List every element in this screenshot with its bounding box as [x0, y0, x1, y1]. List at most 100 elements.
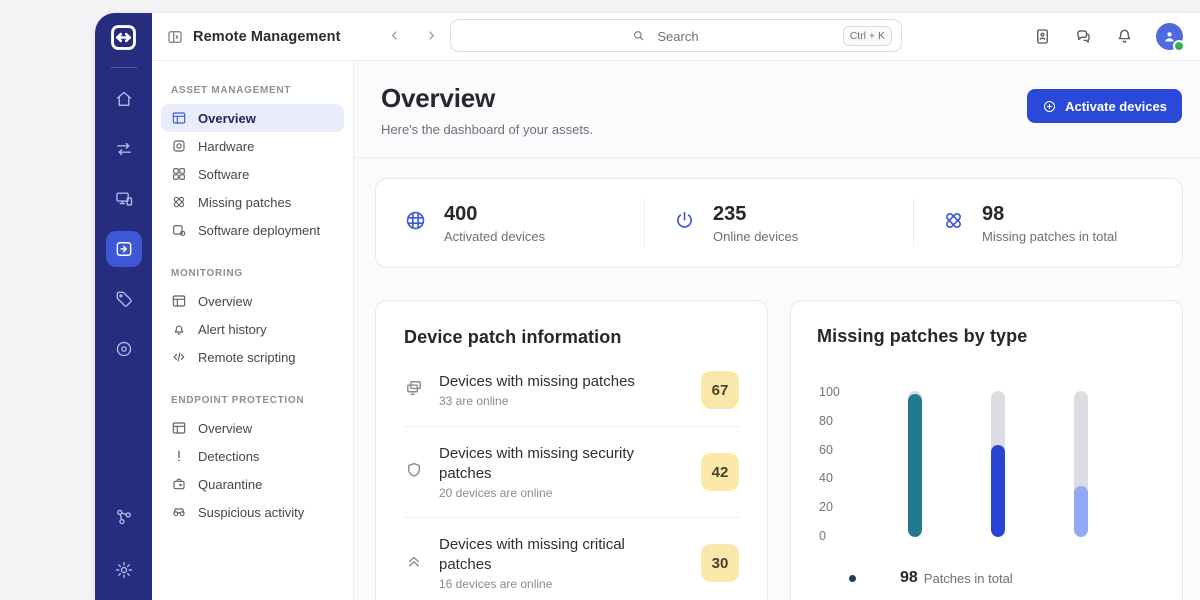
sidebar-item-quarantine[interactable]: Quarantine [161, 470, 344, 498]
rail-item-devices[interactable] [106, 181, 142, 217]
sidebar-item-overview[interactable]: Overview [161, 414, 344, 442]
power-icon [673, 209, 696, 232]
panel-toggle-icon [166, 28, 184, 46]
stat-label: Online devices [713, 229, 798, 244]
sidebar-item-software[interactable]: Software [161, 160, 344, 188]
rail-bottom-nav [106, 499, 142, 588]
page-subtitle: Here's the dashboard of your assets. [381, 122, 593, 137]
rail-nav [106, 81, 142, 367]
device-contacts-button[interactable] [1033, 27, 1052, 46]
rail-divider [111, 67, 137, 68]
rail-item-tag[interactable] [106, 281, 142, 317]
search-icon [631, 28, 646, 43]
sidebar-item-remote-scripting[interactable]: Remote scripting [161, 343, 344, 371]
sidebar-item-label: Overview [198, 421, 252, 436]
chart-bars [855, 391, 1156, 537]
patch-item-label: Devices with missing patches [439, 372, 635, 392]
contacts-icon [1033, 27, 1052, 46]
sidebar-item-missing-patches[interactable]: Missing patches [161, 188, 344, 216]
tag-icon [114, 289, 134, 309]
sidebar-item-hardware[interactable]: Hardware [161, 132, 344, 160]
connections-icon [114, 139, 134, 159]
search-icon [631, 28, 646, 48]
table-icon [171, 110, 187, 126]
patch-item-sublabel: 33 are online [439, 394, 635, 408]
y-axis-tick: 20 [819, 500, 855, 514]
alert-icon [171, 321, 187, 337]
sidebar-item-software-deployment[interactable]: Software deployment [161, 216, 344, 244]
y-axis-tick: 0 [819, 529, 855, 543]
patch-count-badge: 67 [701, 371, 739, 409]
search-bar[interactable]: Ctrl + K [450, 19, 902, 52]
y-axis-tick: 60 [819, 443, 855, 457]
nav-section-title: ASSET MANAGEMENT [171, 85, 353, 96]
patch-list-item[interactable]: Devices with missing patches 33 are onlin… [404, 354, 739, 426]
rail-item-integrations[interactable] [106, 499, 142, 535]
sidebar-item-overview[interactable]: Overview [161, 104, 344, 132]
rail-item-connections[interactable] [106, 131, 142, 167]
table-icon [171, 293, 187, 309]
search-input[interactable] [451, 20, 905, 53]
activate-devices-label: Activate devices [1065, 99, 1167, 114]
sidebar-item-label: Suspicious activity [198, 505, 304, 520]
table-icon [171, 420, 187, 436]
sidebar-item-label: Quarantine [198, 477, 262, 492]
shield-icon [404, 460, 424, 480]
back-button[interactable] [387, 28, 402, 46]
sidebar-item-suspicious-activity[interactable]: Suspicious activity [161, 498, 344, 526]
side-nav: ASSET MANAGEMENT Overview Hardware Software… [152, 61, 353, 600]
forward-button[interactable] [424, 28, 439, 46]
sidebar-item-label: Alert history [198, 322, 267, 337]
stat-value: 98 [982, 203, 1117, 226]
mask-icon [171, 504, 187, 520]
patch-list-item[interactable]: Devices with missing security patches20 … [404, 426, 739, 517]
rail-item-remote-management[interactable] [106, 231, 142, 267]
device-patch-card: Device patch information Devices with mi… [375, 300, 768, 600]
patch-item-icon-wrap [404, 460, 424, 485]
rail-item-home[interactable] [106, 81, 142, 117]
chart-title: Missing patches by type [817, 326, 1156, 347]
sidebar-item-alert-history[interactable]: Alert history [161, 315, 344, 343]
plus-circle-icon [1042, 99, 1057, 114]
stat-label: Missing patches in total [982, 229, 1117, 244]
sidebar-item-label: Overview [198, 111, 256, 126]
rail-item-settings[interactable] [106, 552, 142, 588]
device-patch-card-title: Device patch information [404, 327, 739, 348]
nav-section-title: MONITORING [171, 268, 353, 279]
bar-2 [1074, 486, 1088, 537]
sidebar-item-detections[interactable]: Detections [161, 442, 344, 470]
chat-button[interactable] [1074, 27, 1093, 46]
activate-devices-button[interactable]: Activate devices [1027, 89, 1182, 123]
topbar: Remote Management Ctrl + K [152, 13, 1200, 60]
exclamation-icon [171, 448, 187, 464]
cpu-icon [171, 138, 187, 154]
avatar[interactable] [1156, 23, 1183, 50]
teamviewer-logo[interactable] [108, 22, 139, 56]
patch-list: Devices with missing patches 33 are onlin… [404, 354, 739, 600]
patch-icon [942, 209, 965, 232]
grid-icon [171, 166, 187, 182]
history-nav [387, 28, 439, 46]
bar-chart: 100806040200 [817, 391, 1156, 543]
patch-list-item[interactable]: Devices with missing critical patches16 … [404, 517, 739, 600]
y-axis-tick: 100 [819, 385, 855, 399]
search-shortcut-badge: Ctrl + K [843, 26, 892, 46]
app-window: Remote Management Ctrl + K ASSET MANAGEM… [95, 13, 1200, 600]
chat-icon [1074, 27, 1093, 46]
stat-online-devices: 235Online devices [644, 199, 913, 247]
rail-item-service-queue[interactable] [106, 331, 142, 367]
integrations-icon [114, 507, 134, 527]
bar-track [991, 391, 1005, 537]
stat-value: 400 [444, 203, 545, 226]
sidebar-item-overview[interactable]: Overview [161, 287, 344, 315]
patch-item-icon-wrap [404, 378, 424, 403]
quarantine-icon [171, 476, 187, 492]
topbar-actions [1033, 23, 1183, 50]
sidebar-item-label: Hardware [198, 139, 254, 154]
bar-1 [991, 445, 1005, 537]
notifications-button[interactable] [1115, 27, 1134, 46]
icon-rail [95, 13, 152, 600]
panel-toggle-button[interactable] [166, 28, 184, 46]
patch-item-sublabel: 20 devices are online [439, 486, 651, 500]
monitors-icon [404, 378, 424, 398]
